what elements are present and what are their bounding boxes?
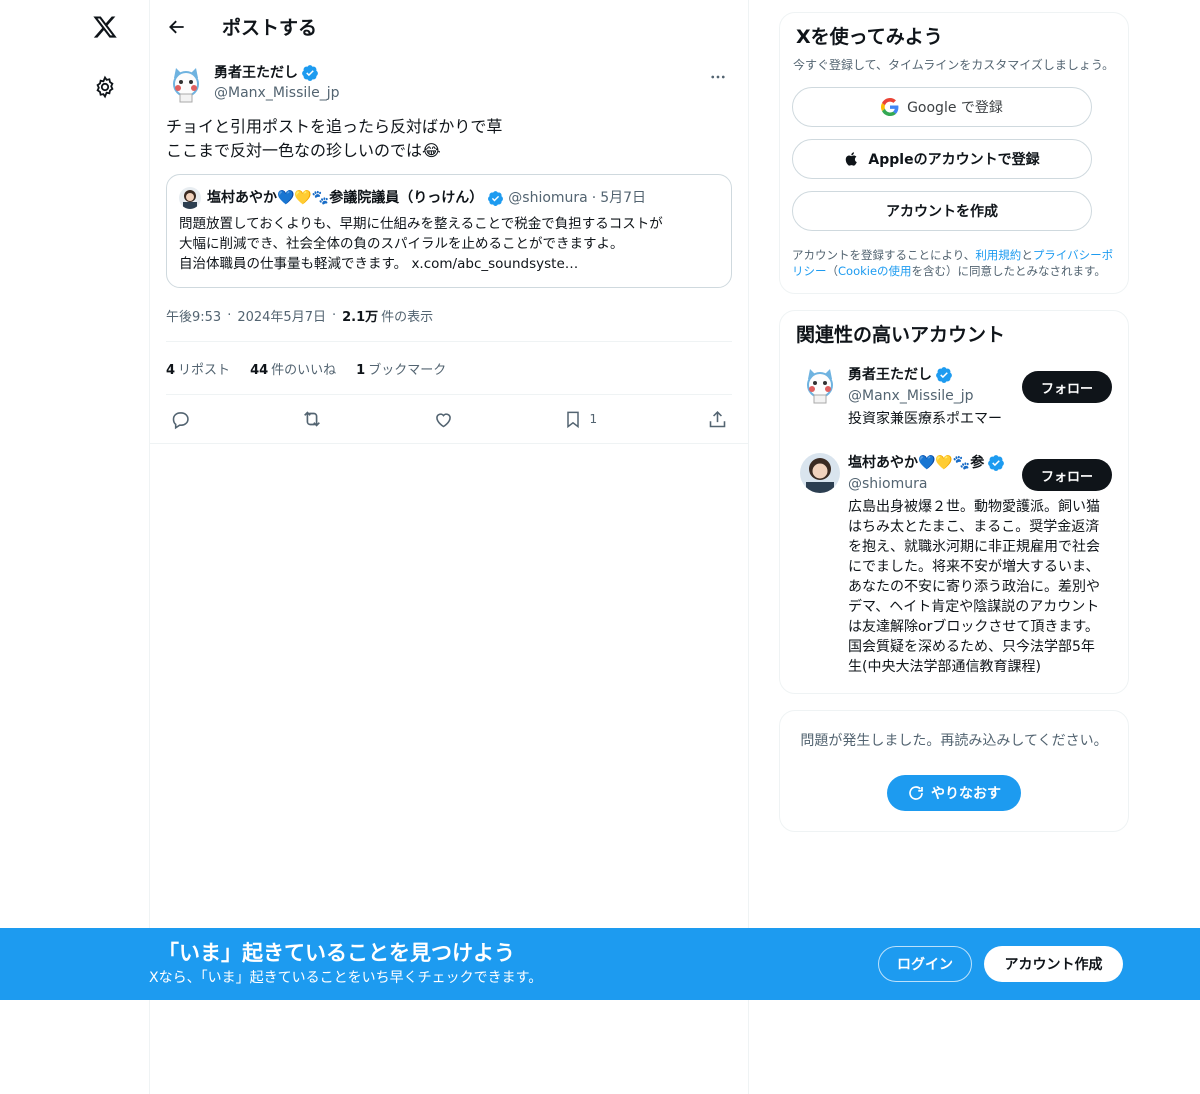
account-handle: @shiomura (848, 476, 928, 492)
views-count: 2.1万 (342, 309, 379, 325)
retry-label: やりなおす (931, 786, 1001, 802)
post-date[interactable]: 2024年5月7日 (237, 306, 326, 325)
apple-signup-button[interactable]: Appleのアカウントで登録 (792, 139, 1092, 179)
related-title: 関連性の高いアカウント (796, 324, 1006, 346)
stat-likes[interactable]: 44 件のいいね (250, 359, 336, 378)
account-name: 塩村あやか💙💛🐾参 (848, 453, 1016, 473)
share-icon[interactable] (707, 409, 728, 430)
author-name[interactable]: 勇者王ただし (214, 64, 340, 82)
post-actions: 1 (166, 395, 732, 443)
error-message: 問題が発生しました。再読み込みしてください。 (800, 733, 1108, 749)
avatar[interactable] (800, 453, 840, 493)
related-accounts-card: 関連性の高いアカウント 勇者王ただし @Manx_Missile_jp 投資家兼… (779, 310, 1129, 694)
verified-badge-icon (487, 190, 504, 207)
quoted-author-handle: @shiomura (508, 190, 588, 206)
signup-card: Xを使ってみよう 今すぐ登録して、タイムラインをカスタマイズしましょう。 Goo… (779, 12, 1129, 294)
post-time[interactable]: 午後9:53 (166, 306, 221, 325)
post-text-line: ここまで反対一色なの珍しいのでは😂 (166, 141, 441, 160)
avatar[interactable] (166, 64, 206, 104)
quoted-text: 問題放置しておくよりも、早期に仕組みを整えることで税金で負担するコストが 大幅に… (179, 214, 719, 274)
separator-dot: · (227, 307, 232, 323)
google-signup-label: Google で登録 (907, 100, 1003, 116)
retry-button[interactable]: やりなおす (887, 775, 1021, 811)
create-account-button[interactable]: アカウントを作成 (792, 191, 1092, 231)
like-heart-icon[interactable] (433, 409, 454, 430)
quoted-author-name: 塩村あやか💙💛🐾参議院議員（りっけん） (207, 190, 484, 206)
apple-signup-label: Appleのアカウントで登録 (868, 152, 1040, 168)
terms-text: アカウントを登録することにより、利用規約とプライバシーポリシー（Cookieの使… (792, 248, 1114, 278)
quoted-date: 5月7日 (600, 190, 647, 206)
x-logo-icon[interactable] (88, 10, 122, 44)
account-handle: @Manx_Missile_jp (848, 388, 974, 404)
follow-button[interactable]: フォロー (1022, 371, 1112, 403)
create-account-button[interactable]: アカウント作成 (984, 946, 1123, 982)
quoted-text-line: 自治体職員の仕事量も軽減できます。 x.com/abc_soundsyste… (179, 256, 579, 272)
avatar[interactable] (800, 365, 840, 405)
related-account[interactable]: 勇者王ただし @Manx_Missile_jp 投資家兼医療系ポエマー フォロー (792, 361, 1116, 429)
refresh-icon (907, 784, 925, 802)
login-banner: 「いま」起きていることを見つけよう Xなら、「いま」起きていることをいち早くチェ… (0, 928, 1200, 1000)
page-title: ポストする (222, 17, 318, 39)
banner-subtitle: Xなら、「いま」起きていることをいち早くチェックできます。 (149, 970, 543, 986)
terms-link[interactable]: 利用規約 (975, 248, 1021, 262)
google-icon (881, 98, 899, 116)
gear-icon[interactable] (88, 70, 122, 104)
google-signup-button[interactable]: Google で登録 (792, 87, 1092, 127)
bookmark-icon[interactable]: 1 (563, 409, 597, 430)
banner-title: 「いま」起きていることを見つけよう (158, 941, 515, 965)
login-button[interactable]: ログイン (878, 946, 972, 982)
bookmark-count: 1 (589, 412, 598, 426)
post-text: チョイと引用ポストを追ったら反対ばかりで草 ここまで反対一色なの珍しいのでは😂 (166, 115, 732, 163)
cookie-link[interactable]: Cookieの使用 (838, 264, 912, 278)
verified-badge-icon (301, 64, 319, 82)
account-name: 勇者王ただし (848, 365, 1016, 385)
quoted-post-header: 塩村あやか💙💛🐾参議院議員（りっけん） @shiomura · 5月7日 (179, 187, 719, 209)
post-stats: 4 リポスト 44 件のいいね 1 ブックマーク (166, 342, 732, 394)
signup-subtitle: 今すぐ登録して、タイムラインをカスタマイズしましょう。 (793, 58, 1115, 72)
quoted-avatar (179, 187, 201, 209)
signup-title: Xを使ってみよう (796, 26, 943, 48)
related-account[interactable]: 塩村あやか💙💛🐾参 @shiomura 広島出身被爆２世。動物愛護派。飼い猫はち… (792, 449, 1116, 677)
verified-badge-icon (987, 454, 1005, 472)
author-handle[interactable]: @Manx_Missile_jp (214, 82, 340, 104)
post-meta: 午後9:53 · 2024年5月7日 · 2.1万 件の表示 (166, 305, 732, 325)
quoted-text-line: 大幅に削減でき、社会全体の負のスパイラルを止めることができますよ。 (179, 236, 624, 252)
apple-icon (844, 150, 860, 168)
page-header: ポストする (150, 0, 748, 53)
reply-icon[interactable] (170, 409, 191, 430)
views-label: 件の表示 (381, 309, 434, 325)
post-text-line: チョイと引用ポストを追ったら反対ばかりで草 (166, 117, 503, 136)
quoted-text-line: 問題放置しておくよりも、早期に仕組みを整えることで税金で負担するコストが (179, 216, 663, 232)
right-sidebar: Xを使ってみよう 今すぐ登録して、タイムラインをカスタマイズしましょう。 Goo… (779, 12, 1129, 848)
repost-icon[interactable] (301, 408, 323, 430)
separator-dot: · (331, 307, 337, 323)
separator-dot: · (591, 190, 597, 206)
account-bio: 投資家兼医療系ポエマー (848, 411, 1002, 427)
stat-bookmarks[interactable]: 1 ブックマーク (356, 359, 446, 378)
verified-badge-icon (935, 366, 953, 384)
post: 勇者王ただし @Manx_Missile_jp チョイと引用ポストを追ったら反対… (150, 53, 748, 444)
follow-button[interactable]: フォロー (1022, 459, 1112, 491)
account-bio: 広島出身被爆２世。動物愛護派。飼い猫はちみ太とたまこ、まるこ。奨学金返済を抱え、… (848, 499, 1100, 675)
divider (150, 443, 748, 444)
post-author-row: 勇者王ただし @Manx_Missile_jp (166, 53, 732, 109)
back-arrow-icon[interactable] (166, 16, 188, 38)
stat-reposts[interactable]: 4 リポスト (166, 359, 230, 378)
quoted-post[interactable]: 塩村あやか💙💛🐾参議院議員（りっけん） @shiomura · 5月7日 問題放… (166, 174, 732, 288)
more-options-icon[interactable] (706, 65, 730, 89)
error-card: 問題が発生しました。再読み込みしてください。 やりなおす (779, 710, 1129, 832)
